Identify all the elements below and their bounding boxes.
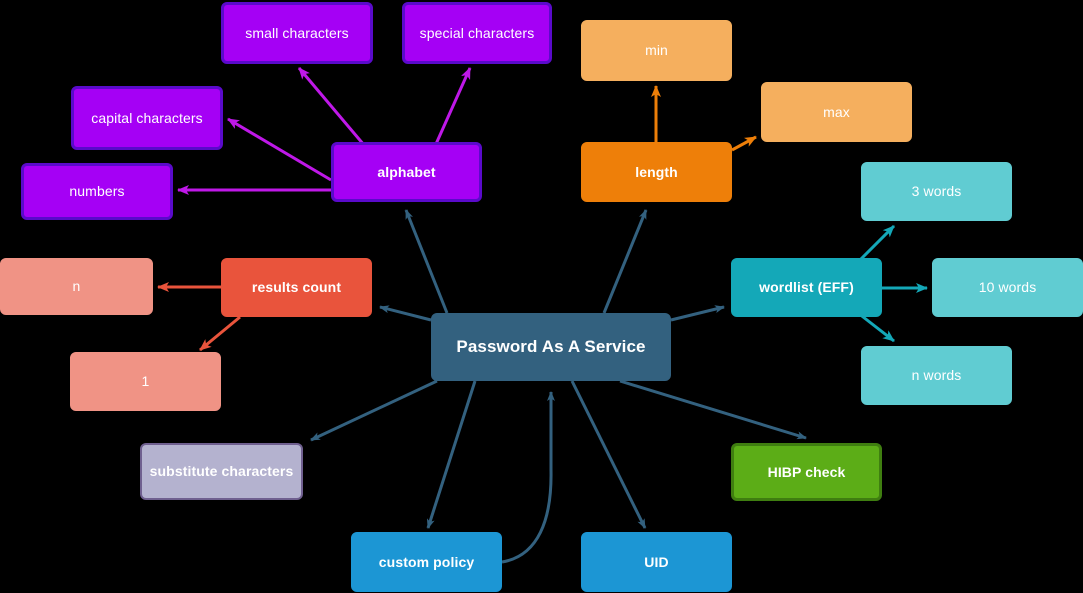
node-label: min (645, 42, 668, 59)
node-password-as-a-service[interactable]: Password As A Service (431, 313, 671, 381)
node-label: numbers (69, 183, 125, 200)
edge-alphabet-to-small-characters (297, 67, 366, 146)
node-label: small characters (245, 24, 349, 41)
node-hibp-check[interactable]: HIBP check (731, 443, 882, 501)
node-label: 1 (141, 373, 150, 390)
node-label: n (72, 278, 81, 295)
node-substitute-characters[interactable]: substitute characters (140, 443, 303, 500)
edge-root-to-length (602, 209, 648, 314)
node-numbers[interactable]: numbers (21, 163, 173, 220)
node-label: results count (251, 279, 342, 296)
edge-root-to-wordlist (670, 305, 725, 322)
node-results-count[interactable]: results count (221, 258, 372, 317)
node-label: capital characters (91, 109, 203, 126)
edge-length-to-max (731, 135, 757, 152)
node-special-characters[interactable]: special characters (402, 2, 552, 64)
edge-results-count-to-1 (199, 315, 241, 352)
node-label: Password As A Service (456, 337, 646, 357)
node-alphabet[interactable]: alphabet (331, 142, 482, 202)
node-n-words[interactable]: n words (861, 346, 1012, 405)
edge-root-to-substitute-characters (310, 379, 438, 442)
node-label: substitute characters (149, 463, 294, 480)
edge-alphabet-to-special-characters (434, 67, 472, 145)
node-n[interactable]: n (0, 258, 153, 315)
node-custom-policy[interactable]: custom policy (351, 532, 502, 592)
node-label: length (635, 163, 678, 180)
node-uid[interactable]: UID (581, 532, 732, 592)
edge-custom-policy-to-root (501, 391, 555, 564)
edge-wordlist-to-3-words (856, 224, 896, 264)
edge-root-to-custom-policy (426, 380, 477, 529)
node-label: max (823, 103, 850, 120)
node-label: custom policy (378, 553, 475, 570)
node-label: n words (911, 367, 962, 384)
edge-root-to-alphabet (404, 209, 449, 314)
node-max[interactable]: max (761, 82, 912, 142)
diagram-canvas: Password As A Service small characters s… (0, 0, 1083, 593)
edge-wordlist-to-n-words (857, 311, 895, 343)
node-label: wordlist (EFF) (759, 279, 854, 296)
node-label: 10 words (978, 279, 1037, 296)
node-capital-characters[interactable]: capital characters (71, 86, 223, 150)
node-wordlist-eff[interactable]: wordlist (EFF) (731, 258, 882, 317)
node-length[interactable]: length (581, 142, 732, 202)
node-3-words[interactable]: 3 words (861, 162, 1012, 221)
edge-root-to-hibp-check (619, 379, 807, 440)
edge-alphabet-to-capital-characters (227, 117, 332, 182)
node-label: special characters (419, 24, 535, 41)
edge-root-to-results-count (379, 305, 432, 322)
node-label: alphabet (377, 163, 436, 180)
node-label: 3 words (911, 183, 962, 200)
node-min[interactable]: min (581, 20, 732, 81)
node-label: UID (644, 553, 669, 570)
node-1[interactable]: 1 (70, 352, 221, 411)
node-label: HIBP check (767, 463, 846, 480)
edge-root-to-uid (570, 380, 647, 529)
node-10-words[interactable]: 10 words (932, 258, 1083, 317)
node-small-characters[interactable]: small characters (221, 2, 373, 64)
